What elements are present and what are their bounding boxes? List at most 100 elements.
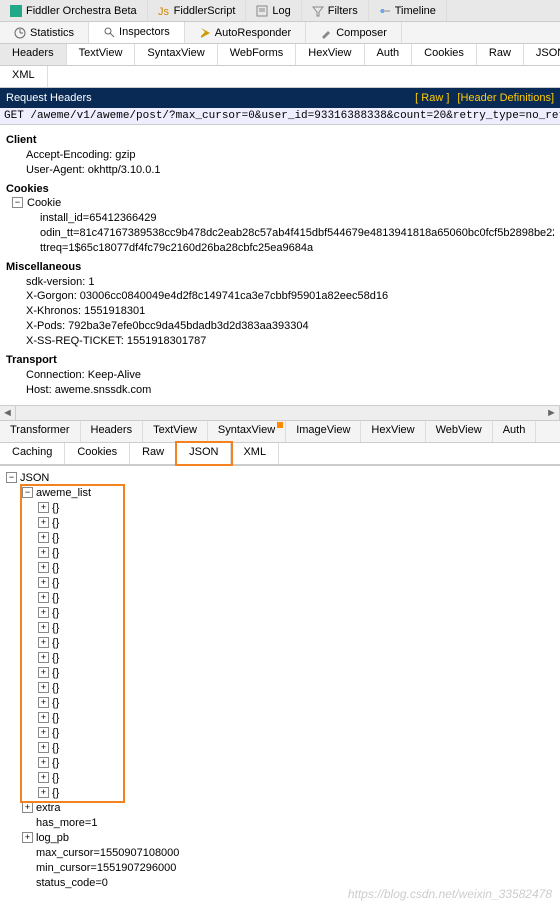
plus-icon[interactable]: + xyxy=(38,547,49,558)
tab-autoresponder[interactable]: AutoResponder xyxy=(185,22,306,43)
hdr-user-agent[interactable]: User-Agent: okhttp/3.10.0.1 xyxy=(26,163,554,178)
tree-status-code[interactable]: status_code=0 xyxy=(6,875,554,890)
plus-icon[interactable]: + xyxy=(38,592,49,603)
tree-aweme-item[interactable]: +{} xyxy=(6,515,554,530)
plus-icon[interactable]: + xyxy=(38,637,49,648)
hdr-install-id[interactable]: install_id=65412366429 xyxy=(40,211,554,226)
stab-json[interactable]: JSON xyxy=(524,44,560,65)
plus-icon[interactable]: + xyxy=(38,562,49,573)
tree-log-pb[interactable]: +log_pb xyxy=(6,830,554,845)
stab-textview[interactable]: TextView xyxy=(67,44,136,65)
plus-icon[interactable]: + xyxy=(38,517,49,528)
json-tree-pane[interactable]: − JSON − aweme_list +{}+{}+{}+{}+{}+{}+{… xyxy=(0,465,560,907)
tree-aweme-item[interactable]: +{} xyxy=(6,590,554,605)
rtab-imageview[interactable]: ImageView xyxy=(286,421,361,442)
rtab-hexview[interactable]: HexView xyxy=(361,421,425,442)
plus-icon[interactable]: + xyxy=(38,577,49,588)
rtab2-xml[interactable]: XML xyxy=(231,443,279,464)
hdr-x-khronos[interactable]: X-Khronos: 1551918301 xyxy=(26,304,554,319)
tree-root[interactable]: − JSON xyxy=(6,470,554,485)
plus-icon[interactable]: + xyxy=(38,532,49,543)
tree-aweme-item[interactable]: +{} xyxy=(6,560,554,575)
plus-icon[interactable]: + xyxy=(22,832,33,843)
plus-icon[interactable]: + xyxy=(38,667,49,678)
plus-icon[interactable]: + xyxy=(38,622,49,633)
minus-icon[interactable]: − xyxy=(12,197,23,208)
stab-hexview[interactable]: HexView xyxy=(296,44,364,65)
rtab2-cookies[interactable]: Cookies xyxy=(65,443,130,464)
hdr-host[interactable]: Host: aweme.snssdk.com xyxy=(26,383,554,398)
tree-aweme-item[interactable]: +{} xyxy=(6,665,554,680)
scroll-left-icon[interactable]: ◄ xyxy=(0,406,16,420)
horizontal-scrollbar[interactable]: ◄ ► xyxy=(0,405,560,421)
tree-aweme-item[interactable]: +{} xyxy=(6,575,554,590)
link-header-definitions[interactable]: [Header Definitions] xyxy=(457,92,554,104)
plus-icon[interactable]: + xyxy=(38,772,49,783)
link-raw[interactable]: [ Raw ] xyxy=(415,92,449,104)
tree-aweme-item[interactable]: +{} xyxy=(6,620,554,635)
tb-timeline[interactable]: Timeline xyxy=(369,0,447,21)
hdr-accept-encoding[interactable]: Accept-Encoding: gzip xyxy=(26,148,554,163)
plus-icon[interactable]: + xyxy=(38,727,49,738)
plus-icon[interactable]: + xyxy=(38,607,49,618)
request-line[interactable]: GET /aweme/v1/aweme/post/?max_cursor=0&u… xyxy=(0,108,560,125)
plus-icon[interactable]: + xyxy=(38,652,49,663)
tree-aweme-item[interactable]: +{} xyxy=(6,605,554,620)
scroll-track[interactable] xyxy=(16,406,544,420)
minus-icon[interactable]: − xyxy=(22,487,33,498)
stab-auth[interactable]: Auth xyxy=(365,44,413,65)
tree-aweme-item[interactable]: +{} xyxy=(6,530,554,545)
stab-syntaxview[interactable]: SyntaxView xyxy=(135,44,217,65)
tree-aweme-item[interactable]: +{} xyxy=(6,635,554,650)
tb-log[interactable]: Log xyxy=(246,0,301,21)
rtab-transformer[interactable]: Transformer xyxy=(0,421,81,442)
hdr-x-ss-req-ticket[interactable]: X-SS-REQ-TICKET: 1551918301787 xyxy=(26,334,554,349)
tree-min-cursor[interactable]: min_cursor=1551907296000 xyxy=(6,860,554,875)
rtab-headers[interactable]: Headers xyxy=(81,421,144,442)
rtab2-json[interactable]: JSON xyxy=(177,443,231,464)
plus-icon[interactable]: + xyxy=(38,712,49,723)
stab-xml[interactable]: XML xyxy=(0,66,48,87)
tree-aweme-item[interactable]: +{} xyxy=(6,650,554,665)
rtab-syntaxview[interactable]: SyntaxView xyxy=(208,421,286,442)
rtab-webview[interactable]: WebView xyxy=(426,421,493,442)
tree-aweme-item[interactable]: +{} xyxy=(6,755,554,770)
tree-aweme-item[interactable]: +{} xyxy=(6,500,554,515)
plus-icon[interactable]: + xyxy=(38,742,49,753)
tree-aweme-item[interactable]: +{} xyxy=(6,785,554,800)
hdr-cookie-node[interactable]: −Cookie xyxy=(12,196,554,211)
rtab-auth[interactable]: Auth xyxy=(493,421,537,442)
hdr-connection[interactable]: Connection: Keep-Alive xyxy=(26,368,554,383)
tree-extra[interactable]: +extra xyxy=(6,800,554,815)
tree-aweme-item[interactable]: +{} xyxy=(6,695,554,710)
plus-icon[interactable]: + xyxy=(22,802,33,813)
rtab2-raw[interactable]: Raw xyxy=(130,443,177,464)
tb-fiddlerscript[interactable]: JsFiddlerScript xyxy=(148,0,247,21)
hdr-x-pods[interactable]: X-Pods: 792ba3e7efe0bcc9da45bdadb3d2d383… xyxy=(26,319,554,334)
stab-raw[interactable]: Raw xyxy=(477,44,524,65)
stab-headers[interactable]: Headers xyxy=(0,44,67,65)
hdr-ttreq[interactable]: ttreq=1$65c18077df4fc79c2160d26ba28cbfc2… xyxy=(40,241,554,256)
tab-composer[interactable]: Composer xyxy=(306,22,402,43)
plus-icon[interactable]: + xyxy=(38,787,49,798)
tree-aweme-item[interactable]: +{} xyxy=(6,740,554,755)
rtab-textview[interactable]: TextView xyxy=(143,421,208,442)
plus-icon[interactable]: + xyxy=(38,757,49,768)
tree-aweme-item[interactable]: +{} xyxy=(6,680,554,695)
tree-aweme-item[interactable]: +{} xyxy=(6,770,554,785)
stab-webforms[interactable]: WebForms xyxy=(218,44,297,65)
plus-icon[interactable]: + xyxy=(38,697,49,708)
stab-cookies[interactable]: Cookies xyxy=(412,44,477,65)
tb-filters[interactable]: Filters xyxy=(302,0,369,21)
hdr-odin-tt[interactable]: odin_tt=81c47167389538cc9b478dc2eab28c57… xyxy=(40,226,554,241)
rtab2-caching[interactable]: Caching xyxy=(0,443,65,464)
tree-aweme-item[interactable]: +{} xyxy=(6,710,554,725)
scroll-right-icon[interactable]: ► xyxy=(544,406,560,420)
tree-max-cursor[interactable]: max_cursor=1550907108000 xyxy=(6,845,554,860)
plus-icon[interactable]: + xyxy=(38,682,49,693)
tab-inspectors[interactable]: Inspectors xyxy=(89,22,185,43)
tb-orchestra[interactable]: Fiddler Orchestra Beta xyxy=(0,0,148,21)
tree-aweme-item[interactable]: +{} xyxy=(6,545,554,560)
tree-aweme-item[interactable]: +{} xyxy=(6,725,554,740)
hdr-x-gorgon[interactable]: X-Gorgon: 03006cc0840049e4d2f8c149741ca3… xyxy=(26,289,554,304)
